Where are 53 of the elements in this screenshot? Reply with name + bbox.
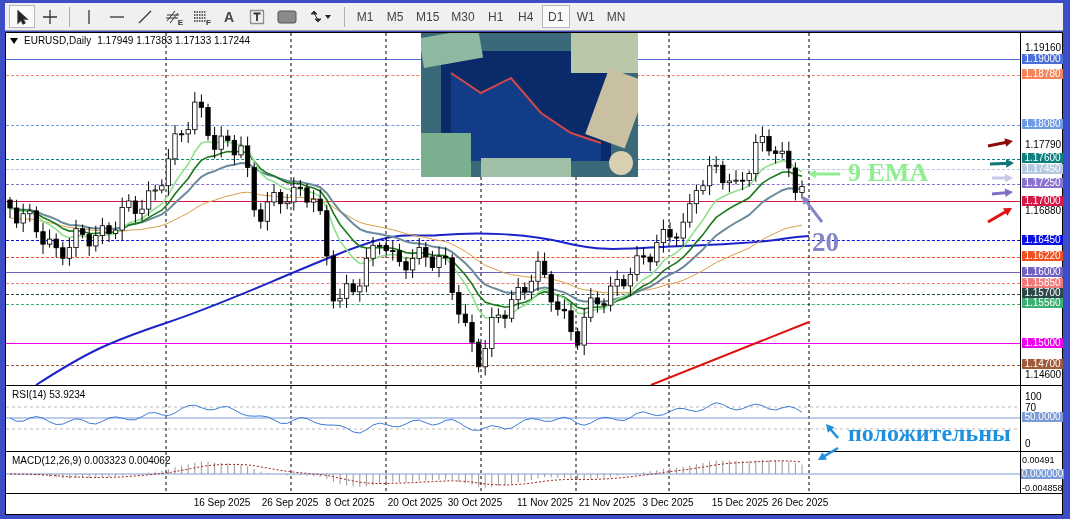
axis-tick: 0.00491 <box>1022 455 1055 465</box>
axis-tick: 0 <box>1025 439 1031 449</box>
price-level-label: 1.14700 <box>1022 359 1063 370</box>
price-level-label: 1.17450 <box>1022 163 1063 174</box>
fibo-channel-tool[interactable]: E <box>160 5 186 28</box>
level-label: 0.000000 <box>1021 468 1064 479</box>
axis-tick: -0.004858 <box>1022 483 1063 493</box>
price-tick: 1.17790 <box>1025 140 1062 151</box>
timeframe-button[interactable]: M1 <box>351 5 379 28</box>
price-level-label: 1.16000 <box>1022 266 1063 277</box>
timeframe-button[interactable]: M30 <box>446 5 480 28</box>
price-level-label: 1.16450 <box>1022 234 1063 245</box>
date-label: 8 Oct 2025 <box>325 497 375 508</box>
price-level-label: 1.19000 <box>1022 53 1063 64</box>
price-level-label: 1.15560 <box>1022 298 1063 309</box>
timeframe-button[interactable]: W1 <box>571 5 600 28</box>
date-label: 26 Sep 2025 <box>261 497 319 508</box>
date-label: 21 Nov 2025 <box>578 497 636 508</box>
indicator-title: RSI(14) 53.9234 <box>12 389 86 400</box>
date-label: 3 Dec 2025 <box>642 497 694 508</box>
timeframe-button[interactable]: H1 <box>481 5 510 28</box>
timeframe-button[interactable]: M5 <box>381 5 409 28</box>
axis-tick: 70 <box>1025 403 1037 413</box>
date-label: 16 Sep 2025 <box>193 497 251 508</box>
price-tick: 1.14600 <box>1025 369 1062 380</box>
price-level-label: 1.15000 <box>1022 337 1063 348</box>
date-label: 26 Dec 2025 <box>771 497 829 508</box>
price-level-label: 1.15850 <box>1022 277 1063 288</box>
axis-tick: 100 <box>1025 392 1042 402</box>
timeframe-button[interactable]: D1 <box>541 5 570 28</box>
date-label: 15 Dec 2025 <box>711 497 769 508</box>
price-level-label: 1.17250 <box>1022 178 1063 189</box>
timeframe-button[interactable]: M15 <box>411 5 445 28</box>
price-level-label: 1.15700 <box>1022 288 1063 299</box>
text-tool[interactable]: A <box>216 5 242 28</box>
price-tick: 1.19160 <box>1025 43 1062 53</box>
symbol-name: EURUSD,Daily <box>24 35 92 46</box>
price-level-label: 1.17600 <box>1022 153 1063 164</box>
price-level-label: 1.18780 <box>1022 69 1063 80</box>
price-level-label: 1.17000 <box>1022 195 1063 206</box>
ohlc-values: 1.17949 1.17383 1.17133 1.17244 <box>97 35 251 46</box>
indicator-title: MACD(12,26,9) 0.003323 0.004062 <box>12 455 171 466</box>
timeframe-button[interactable]: MN <box>601 5 631 28</box>
fibo-lines-tool[interactable]: F <box>188 5 214 28</box>
price-tick: 1.16880 <box>1025 206 1062 217</box>
date-label: 30 Oct 2025 <box>447 497 503 508</box>
timeframe-button[interactable]: H4 <box>511 5 540 28</box>
chart-annotation: положительны <box>848 421 1011 445</box>
date-label: 11 Nov 2025 <box>517 497 573 508</box>
price-level-label: 1.18080 <box>1022 119 1063 130</box>
level-label: 50.0000 <box>1022 412 1063 422</box>
date-label: 20 Oct 2025 <box>387 497 443 508</box>
price-level-label: 1.16220 <box>1022 251 1063 262</box>
